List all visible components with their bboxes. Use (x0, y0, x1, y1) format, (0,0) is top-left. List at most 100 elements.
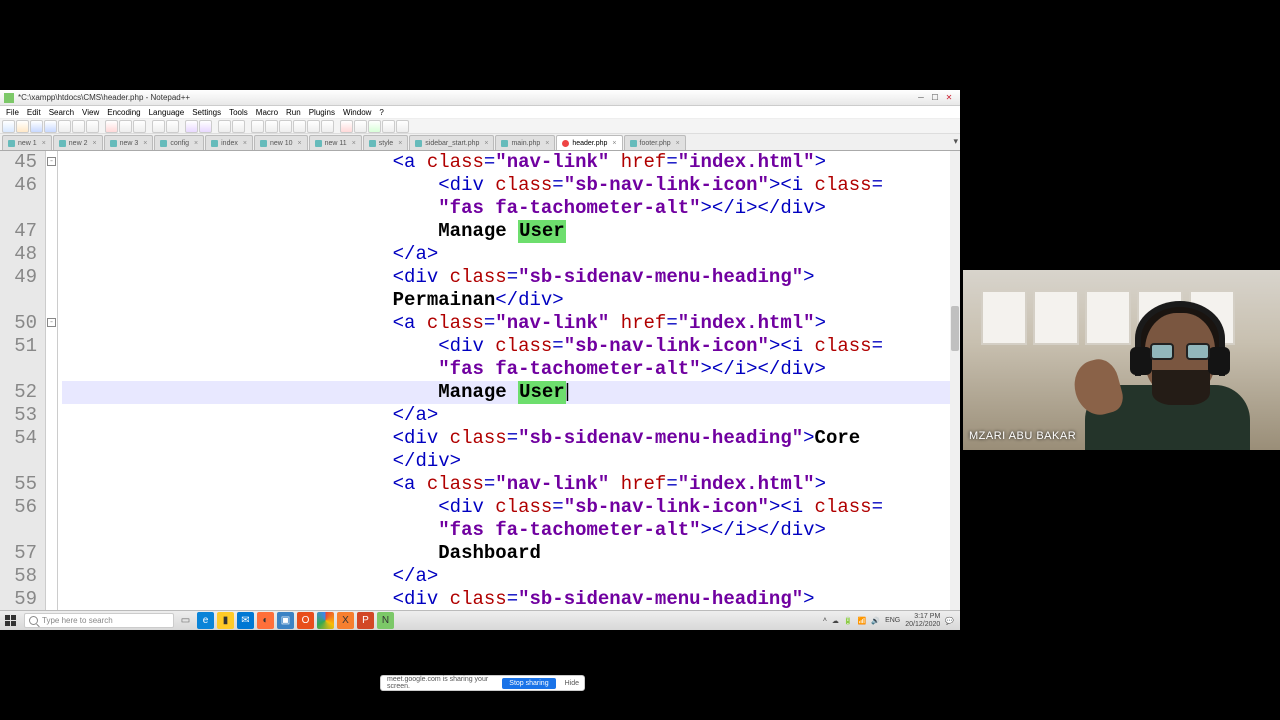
find-button[interactable] (185, 120, 198, 133)
chrome-icon[interactable] (317, 612, 334, 629)
tab-new-2[interactable]: new 2× (53, 135, 103, 150)
menu-window[interactable]: Window (339, 108, 375, 117)
save-button[interactable] (30, 120, 43, 133)
store-icon[interactable]: ▣ (277, 612, 294, 629)
close-tab-icon[interactable]: × (612, 140, 616, 147)
menu-encoding[interactable]: Encoding (103, 108, 144, 117)
menu-view[interactable]: View (78, 108, 103, 117)
taskbar-clock[interactable]: 3:17 PM 20/12/2020 (905, 613, 940, 629)
zoom-in-button[interactable] (218, 120, 231, 133)
indent-guide-button[interactable] (307, 120, 320, 133)
close-file-button[interactable] (58, 120, 71, 133)
notifications-icon[interactable]: 💬 (945, 617, 954, 625)
menu-run[interactable]: Run (282, 108, 305, 117)
close-tab-icon[interactable]: × (352, 140, 356, 147)
hide-share-bar-button[interactable]: Hide (560, 680, 584, 687)
fold-gutter[interactable]: -- (46, 151, 58, 618)
window-titlebar[interactable]: *C:\xampp\htdocs\CMS\header.php - Notepa… (0, 90, 960, 106)
tray-chevron-up-icon[interactable]: ˄ (823, 617, 827, 624)
tab-new-3[interactable]: new 3× (104, 135, 154, 150)
open-file-button[interactable] (16, 120, 29, 133)
powerpoint-icon[interactable]: P (357, 612, 374, 629)
macro-play-button[interactable] (368, 120, 381, 133)
maximize-button[interactable]: ☐ (928, 92, 942, 104)
webcam-overlay: MZARI ABU BAKAR (963, 270, 1280, 450)
mail-icon[interactable]: ✉ (237, 612, 254, 629)
scrollbar-thumb[interactable] (951, 306, 959, 351)
search-placeholder: Type here to search (42, 616, 113, 625)
tab-header-php[interactable]: header.php× (556, 135, 622, 150)
macro-save-button[interactable] (396, 120, 409, 133)
tab-new-10[interactable]: new 10× (254, 135, 308, 150)
xampp-icon[interactable]: X (337, 612, 354, 629)
undo-button[interactable] (152, 120, 165, 133)
cut-button[interactable] (105, 120, 118, 133)
code-area[interactable]: <a class="nav-link" href="index.html"> <… (58, 151, 960, 618)
tab-index[interactable]: index× (205, 135, 253, 150)
tray-wifi-icon[interactable]: 📶 (858, 617, 867, 625)
allchars-button[interactable] (293, 120, 306, 133)
tab-footer-php[interactable]: footer.php× (624, 135, 686, 150)
close-tab-icon[interactable]: × (194, 140, 198, 147)
tray-onedrive-icon[interactable]: ☁ (832, 617, 839, 625)
file-icon (501, 140, 508, 147)
macro-record-button[interactable] (340, 120, 353, 133)
tab-new-1[interactable]: new 1× (2, 135, 52, 150)
new-file-button[interactable] (2, 120, 15, 133)
tab-sidebar_start-php[interactable]: sidebar_start.php× (409, 135, 494, 150)
close-tab-icon[interactable]: × (676, 140, 680, 147)
task-view-button[interactable]: ▭ (177, 612, 194, 629)
close-tab-icon[interactable]: × (298, 140, 302, 147)
stop-sharing-button[interactable]: Stop sharing (502, 678, 555, 689)
save-all-button[interactable] (44, 120, 57, 133)
menu-plugins[interactable]: Plugins (305, 108, 339, 117)
firefox-icon[interactable]: ◐ (257, 612, 274, 629)
tab-overflow-button[interactable]: ▾ (953, 136, 958, 147)
menu-language[interactable]: Language (145, 108, 189, 117)
close-all-button[interactable] (72, 120, 85, 133)
close-tab-icon[interactable]: × (398, 140, 402, 147)
sync-h-button[interactable] (265, 120, 278, 133)
replace-button[interactable] (199, 120, 212, 133)
taskbar-search[interactable]: Type here to search (24, 613, 174, 628)
start-button[interactable] (0, 612, 20, 630)
vertical-scrollbar[interactable] (950, 151, 960, 618)
macro-stop-button[interactable] (354, 120, 367, 133)
print-button[interactable] (86, 120, 99, 133)
tab-config[interactable]: config× (154, 135, 204, 150)
close-tab-icon[interactable]: × (545, 140, 549, 147)
close-tab-icon[interactable]: × (484, 140, 488, 147)
menu-search[interactable]: Search (45, 108, 78, 117)
notepad-plus-plus-icon[interactable]: N (377, 612, 394, 629)
copy-button[interactable] (119, 120, 132, 133)
tab-style[interactable]: style× (363, 135, 409, 150)
tab-main-php[interactable]: main.php× (495, 135, 555, 150)
close-button[interactable]: ✕ (942, 92, 956, 104)
minimize-button[interactable]: ─ (914, 92, 928, 104)
menu-settings[interactable]: Settings (188, 108, 225, 117)
wordwrap-button[interactable] (279, 120, 292, 133)
paste-button[interactable] (133, 120, 146, 133)
tray-battery-icon[interactable]: 🔋 (844, 617, 853, 625)
close-tab-icon[interactable]: × (42, 140, 46, 147)
lang-button[interactable] (321, 120, 334, 133)
zoom-out-button[interactable] (232, 120, 245, 133)
menu-?[interactable]: ? (375, 108, 387, 117)
sync-v-button[interactable] (251, 120, 264, 133)
edge-icon[interactable]: e (197, 612, 214, 629)
menu-tools[interactable]: Tools (225, 108, 252, 117)
menu-edit[interactable]: Edit (23, 108, 45, 117)
tray-language[interactable]: ENG (885, 617, 900, 624)
close-tab-icon[interactable]: × (92, 140, 96, 147)
menu-file[interactable]: File (2, 108, 23, 117)
redo-button[interactable] (166, 120, 179, 133)
tab-new-11[interactable]: new 11× (309, 135, 362, 150)
menu-macro[interactable]: Macro (252, 108, 282, 117)
code-editor[interactable]: 454647484950515253545556575859 -- <a cla… (0, 151, 960, 618)
office-icon[interactable]: O (297, 612, 314, 629)
close-tab-icon[interactable]: × (243, 140, 247, 147)
file-explorer-icon[interactable]: ▮ (217, 612, 234, 629)
tray-volume-icon[interactable]: 🔊 (871, 617, 880, 625)
close-tab-icon[interactable]: × (143, 140, 147, 147)
macro-play-multi-button[interactable] (382, 120, 395, 133)
